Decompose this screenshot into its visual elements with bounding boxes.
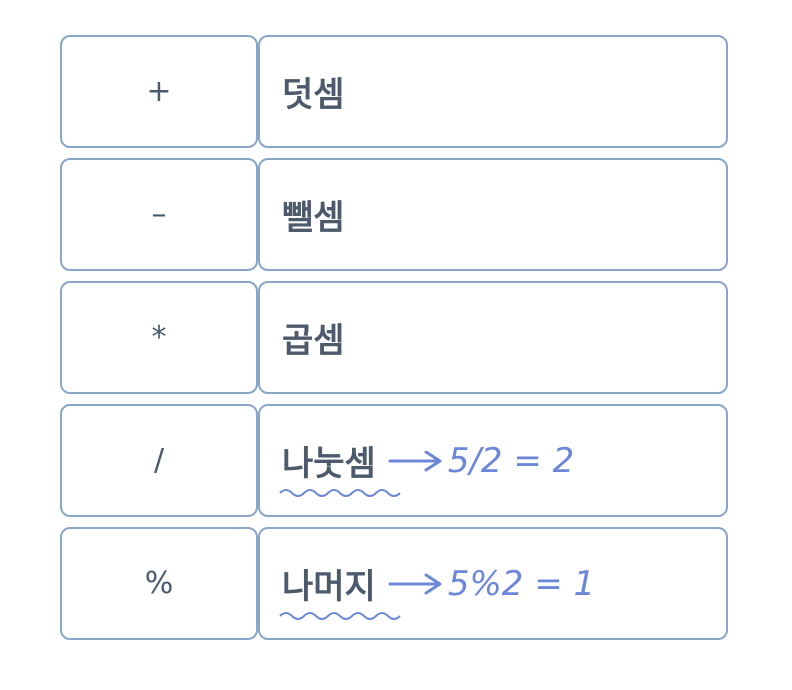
annotation-text: 5%2 = 1 xyxy=(447,563,596,604)
handwritten-annotation: 5/2 = 2 xyxy=(388,441,574,481)
operator-name-text: 나눗셈 xyxy=(282,444,376,484)
handwritten-annotation: 5%2 = 1 xyxy=(388,564,595,604)
description-cell: 곱셈 xyxy=(258,281,728,394)
operator-name: 나머지 xyxy=(279,559,401,620)
operator-cell: + xyxy=(60,35,258,148)
squiggle-underline-icon xyxy=(279,489,401,497)
operator-symbol: – xyxy=(151,197,167,232)
operator-cell: / xyxy=(60,404,258,517)
arrow-right-icon xyxy=(388,573,442,594)
operator-name: 곱셈 xyxy=(282,321,345,361)
description-cell: 나머지 5%2 = 1 xyxy=(258,527,728,640)
operator-name: 나눗셈 xyxy=(279,436,401,497)
table-row-multiply: * 곱셈 xyxy=(60,281,728,396)
squiggle-underline-icon xyxy=(279,612,401,620)
table-row-add: + 덧셈 xyxy=(60,35,728,150)
operator-symbol: % xyxy=(144,566,174,601)
operator-symbol: / xyxy=(153,443,165,478)
operator-name: 덧셈 xyxy=(282,75,345,115)
annotation-text: 5/2 = 2 xyxy=(447,440,575,481)
description-cell: 나눗셈 5/2 = 2 xyxy=(258,404,728,517)
arrow-right-icon xyxy=(388,450,442,471)
table-row-subtract: – 뺄셈 xyxy=(60,158,728,273)
operator-symbol: * xyxy=(151,320,167,355)
table-row-modulo: % 나머지 5%2 = 1 xyxy=(60,527,728,642)
operator-cell: % xyxy=(60,527,258,640)
operator-name-text: 나머지 xyxy=(282,567,376,607)
operator-cell: – xyxy=(60,158,258,271)
operator-name: 뺄셈 xyxy=(282,198,345,238)
description-cell: 뺄셈 xyxy=(258,158,728,271)
operator-cell: * xyxy=(60,281,258,394)
operator-table: + 덧셈 – 뺄셈 * 곱셈 / 나눗셈 5/2 = 2 % 나머지 5%2 =… xyxy=(60,35,728,650)
operator-symbol: + xyxy=(146,74,172,109)
table-row-divide: / 나눗셈 5/2 = 2 xyxy=(60,404,728,519)
description-cell: 덧셈 xyxy=(258,35,728,148)
